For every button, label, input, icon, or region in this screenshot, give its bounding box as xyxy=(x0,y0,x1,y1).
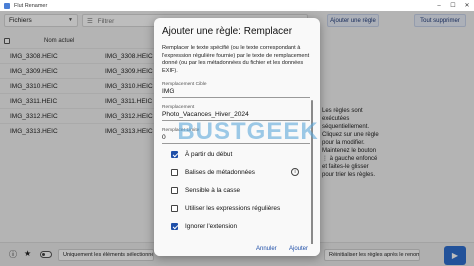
option-label: Sensible à la casse xyxy=(185,186,241,194)
option-metadata-tags[interactable]: Balises de métadonnées xyxy=(171,167,255,177)
option-case-sensitive[interactable]: Sensible à la casse xyxy=(171,185,240,195)
target-label: Remplacement Cible xyxy=(162,82,207,87)
app-icon xyxy=(4,2,10,9)
cancel-button[interactable]: Annuler xyxy=(256,246,277,252)
title-bar: Flut Renamer – ☐ ✕ xyxy=(0,0,474,11)
option-label: À partir du début xyxy=(185,150,233,158)
option-ignore-extension[interactable]: Ignorer l'extension xyxy=(171,221,237,231)
case-sensitive-checkbox[interactable] xyxy=(171,186,178,194)
replacement-label: Remplacement xyxy=(162,105,195,110)
window-controls: – ☐ ✕ xyxy=(432,0,474,11)
option-label: Utiliser les expressions régulières xyxy=(185,204,281,212)
watermark-text: BUSTGEEK xyxy=(177,118,319,145)
close-button[interactable]: ✕ xyxy=(460,0,474,11)
ignore-extension-checkbox[interactable] xyxy=(171,222,178,230)
watermark-logo: BUSTGEEK xyxy=(177,118,317,146)
target-field[interactable]: Remplacement Cible IMG xyxy=(162,82,310,98)
dialog-footer: Annuler Ajouter xyxy=(154,244,320,256)
minimize-button[interactable]: – xyxy=(432,0,446,11)
option-from-start[interactable]: À partir du début xyxy=(171,149,232,159)
option-label: Ignorer l'extension xyxy=(185,222,238,230)
option-regex[interactable]: Utiliser les expressions régulières xyxy=(171,203,280,213)
regex-checkbox[interactable] xyxy=(171,204,178,212)
metadata-tags-checkbox[interactable] xyxy=(171,168,178,176)
replacement-value: Photo_Vacances_Hiver_2024 xyxy=(162,111,249,118)
from-start-checkbox[interactable] xyxy=(171,150,178,158)
add-button[interactable]: Ajouter xyxy=(289,246,308,252)
maximize-button[interactable]: ☐ xyxy=(446,0,460,11)
option-label: Balises de métadonnées xyxy=(185,168,255,176)
info-icon[interactable]: i xyxy=(291,168,299,176)
target-value: IMG xyxy=(162,88,175,95)
dialog-description: Remplacer le texte spécifié (ou le texte… xyxy=(162,45,310,74)
app-title: Flut Renamer xyxy=(14,2,48,9)
dialog-title: Ajouter une règle: Remplacer xyxy=(162,26,293,37)
limit-value: 0 xyxy=(162,134,166,141)
